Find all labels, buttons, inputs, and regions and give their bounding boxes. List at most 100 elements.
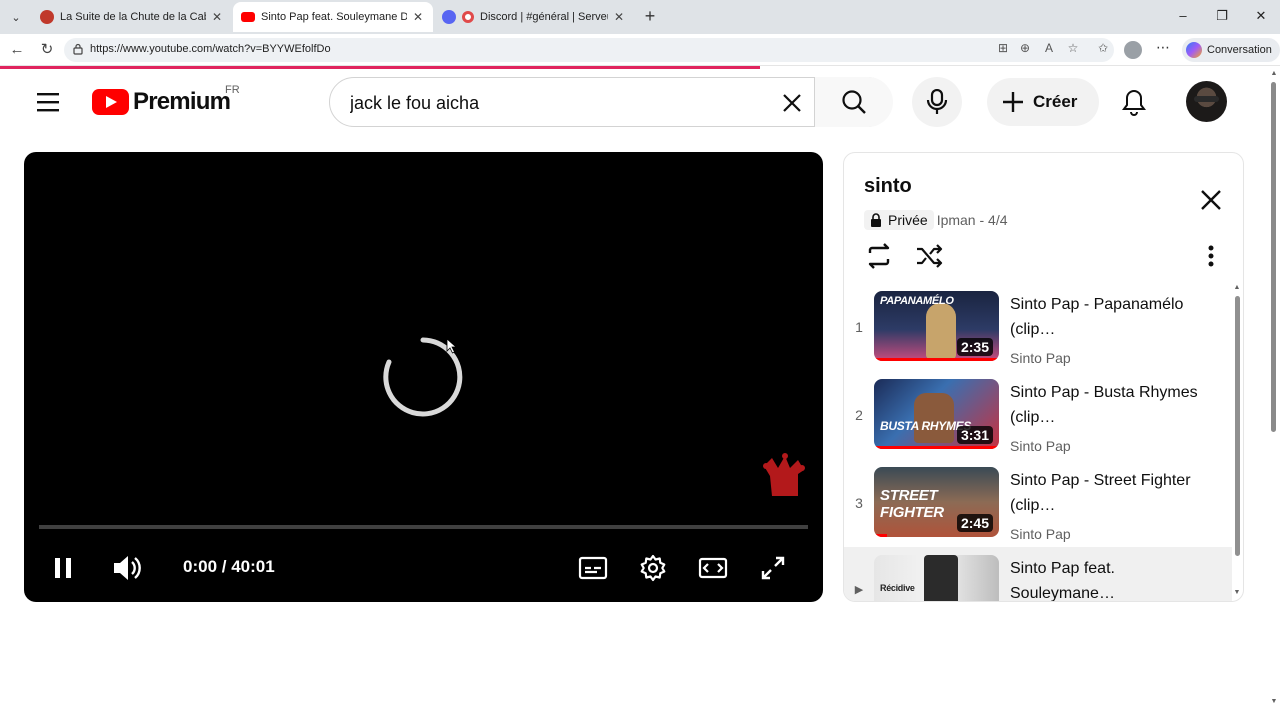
tab-title: Discord | #général | Serveur de	[480, 11, 608, 23]
close-tab-icon[interactable]: ✕	[612, 10, 626, 24]
browser-tab-strip: ⌄ La Suite de la Chute de la Cabale ✕ Si…	[0, 0, 1280, 34]
video-title[interactable]: Sinto Pap - Papanamélo (clip…	[1010, 292, 1200, 342]
video-thumbnail[interactable]: PAPANAMÉLO 2:35	[874, 291, 999, 361]
browser-more-icon[interactable]: ⋯	[1154, 39, 1172, 56]
page-scroll-down-icon[interactable]: ▼	[1270, 698, 1278, 705]
scroll-up-arrow-icon[interactable]: ▲	[1233, 284, 1241, 291]
fullscreen-icon	[761, 556, 785, 580]
channel-name[interactable]: Sinto Pap	[1010, 350, 1071, 366]
notifications-button[interactable]	[1114, 82, 1154, 122]
zoom-icon[interactable]: ⊕	[1018, 41, 1032, 55]
privacy-label: Privée	[888, 212, 928, 228]
create-label: Créer	[1033, 92, 1078, 111]
youtube-premium-logo[interactable]: Premium FR	[92, 84, 240, 118]
playlist-owner-position[interactable]: Ipman - 4/4	[937, 212, 1008, 228]
microphone-icon	[926, 89, 948, 114]
address-bar[interactable]: https://www.youtube.com/watch?v=BYYWEfol…	[64, 38, 1114, 62]
browser-tab-youtube[interactable]: Sinto Pap feat. Souleymane Diamanka ✕	[233, 2, 433, 32]
playlist-panel: sinto Privée Ipman - 4/4 1 PAPANAMÉLO 2:…	[843, 152, 1244, 602]
reload-icon[interactable]: ↻	[36, 39, 58, 61]
settings-button[interactable]	[635, 550, 671, 586]
tab-actions-menu-icon[interactable]: ⌄	[6, 8, 26, 26]
tab-favicon-icon	[40, 10, 54, 24]
recording-indicator-icon	[462, 11, 474, 23]
browser-profile-icon[interactable]	[1124, 41, 1142, 59]
search-icon	[842, 90, 866, 114]
favorite-star-icon[interactable]: ☆	[1066, 41, 1080, 55]
close-tab-icon[interactable]: ✕	[210, 10, 224, 24]
browser-tab-cabale[interactable]: La Suite de la Chute de la Cabale ✕	[32, 2, 232, 32]
voice-search-button[interactable]	[912, 77, 962, 127]
mouse-cursor-icon	[446, 338, 458, 354]
copilot-conversation-button[interactable]: Conversation	[1182, 38, 1280, 62]
logo-text: Premium	[133, 88, 231, 115]
search-button[interactable]	[814, 77, 893, 127]
new-tab-button[interactable]: +	[640, 6, 660, 26]
favorites-icon[interactable]: ✩	[1096, 41, 1110, 55]
video-thumbnail[interactable]: BUSTA RHYMES 3:31	[874, 379, 999, 449]
now-playing-icon: ▶	[854, 584, 864, 596]
thumbnail-figure	[914, 393, 954, 443]
scroll-down-arrow-icon[interactable]: ▼	[1233, 589, 1241, 596]
playlist-item-current[interactable]: ▶ Récidive Sinto Pap feat. Souleymane…	[844, 547, 1232, 601]
fullscreen-button[interactable]	[755, 550, 791, 586]
search-input[interactable]	[350, 90, 770, 116]
minimize-window-button[interactable]: –	[1168, 6, 1198, 26]
back-arrow-icon[interactable]: ←	[6, 39, 28, 61]
page-scrollbar[interactable]: ▲ ▼	[1270, 70, 1278, 710]
video-title[interactable]: Sinto Pap - Street Fighter (clip…	[1010, 468, 1200, 518]
pause-button[interactable]	[45, 550, 81, 586]
playlist-scroll-thumb[interactable]	[1235, 296, 1240, 556]
clear-search-icon[interactable]	[780, 91, 804, 115]
subtitles-icon	[578, 556, 608, 580]
close-window-button[interactable]: ✕	[1246, 6, 1276, 26]
watched-progress-bar	[874, 358, 999, 361]
youtube-play-icon	[92, 89, 129, 115]
thumbnail-label: PAPANAMÉLO	[880, 295, 954, 307]
site-info-icon[interactable]	[72, 43, 84, 55]
playlist-item-1[interactable]: 1 PAPANAMÉLO 2:35 Sinto Pap - Papanamélo…	[844, 283, 1232, 369]
video-title[interactable]: Sinto Pap feat. Souleymane…	[1010, 556, 1200, 601]
channel-name[interactable]: Sinto Pap	[1010, 438, 1071, 454]
watched-progress-bar	[874, 534, 887, 537]
page-scroll-up-icon[interactable]: ▲	[1270, 70, 1278, 77]
browser-tab-discord[interactable]: Discord | #général | Serveur de ✕	[434, 2, 634, 32]
search-box	[329, 77, 893, 127]
close-tab-icon[interactable]: ✕	[411, 10, 425, 24]
playlist-item-index: 2	[855, 407, 863, 423]
video-time: 0:00 / 40:01	[183, 557, 275, 576]
theater-mode-button[interactable]	[695, 550, 731, 586]
video-thumbnail[interactable]: STREET FIGHTER 2:45	[874, 467, 999, 537]
shuffle-icon[interactable]	[914, 241, 944, 271]
create-button[interactable]: Créer	[987, 78, 1099, 126]
playlist-title[interactable]: sinto	[864, 175, 912, 198]
discord-favicon-icon	[442, 10, 456, 24]
account-avatar[interactable]	[1186, 81, 1227, 122]
gear-icon	[640, 554, 666, 582]
restore-window-button[interactable]: ❐	[1207, 6, 1237, 26]
url-text[interactable]: https://www.youtube.com/watch?v=BYYWEfol…	[90, 43, 331, 55]
playlist-items: 1 PAPANAMÉLO 2:35 Sinto Pap - Papanamélo…	[844, 283, 1243, 601]
volume-button[interactable]	[110, 550, 146, 586]
apps-icon[interactable]: ⊞	[996, 41, 1010, 55]
playlist-item-3[interactable]: 3 STREET FIGHTER 2:45 Sinto Pap - Street…	[844, 459, 1232, 545]
browser-toolbar: ← ↻ https://www.youtube.com/watch?v=BYYW…	[0, 34, 1280, 66]
playlist-item-2[interactable]: 2 BUSTA RHYMES 3:31 Sinto Pap - Busta Rh…	[844, 371, 1232, 457]
thumbnail-label: Récidive	[880, 583, 915, 593]
loop-playlist-icon[interactable]	[864, 241, 894, 271]
channel-watermark-icon[interactable]	[758, 452, 808, 502]
more-vertical-icon[interactable]	[1200, 243, 1222, 269]
copilot-icon	[1186, 42, 1202, 58]
subtitles-button[interactable]	[575, 550, 611, 586]
youtube-favicon-icon	[241, 12, 255, 22]
video-thumbnail[interactable]: Récidive	[874, 555, 999, 601]
page-scroll-thumb[interactable]	[1271, 82, 1276, 432]
video-progress-bar[interactable]	[39, 525, 808, 529]
hamburger-menu-icon[interactable]	[36, 90, 60, 114]
video-player[interactable]: 0:00 / 40:01	[24, 152, 823, 602]
video-title[interactable]: Sinto Pap - Busta Rhymes (clip…	[1010, 380, 1200, 430]
channel-name[interactable]: Sinto Pap	[1010, 526, 1071, 542]
close-playlist-icon[interactable]	[1198, 187, 1224, 213]
volume-icon	[114, 556, 141, 580]
read-aloud-icon[interactable]: A	[1042, 41, 1056, 55]
